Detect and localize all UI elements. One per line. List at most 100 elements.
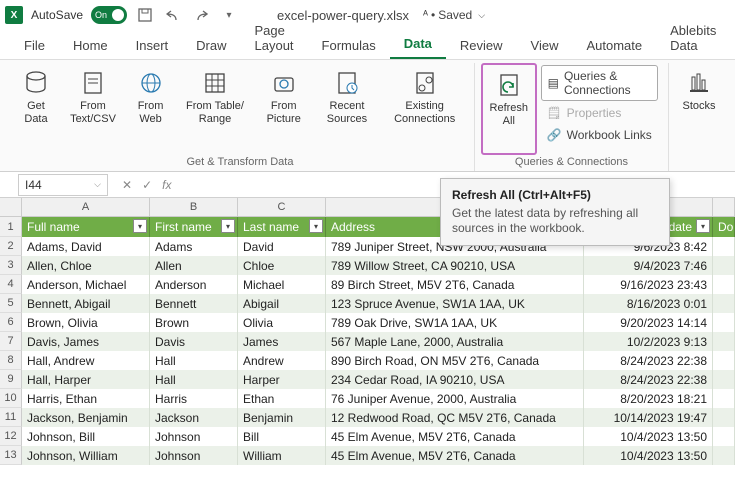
cell-fullname[interactable]: Hall, Andrew [22,351,150,370]
stocks-button[interactable]: Stocks [675,63,723,155]
cell-regdate[interactable]: 8/24/2023 22:38 [584,370,713,389]
tab-automate[interactable]: Automate [572,32,656,59]
tab-view[interactable]: View [517,32,573,59]
row-header[interactable]: 9 [0,370,22,389]
undo-icon[interactable] [163,5,183,25]
chevron-down-icon[interactable]: ⌵ [94,179,101,190]
row-header[interactable]: 3 [0,256,22,275]
cell-overflow[interactable] [713,332,735,351]
cell-overflow[interactable] [713,408,735,427]
cell-address[interactable]: 789 Willow Street, CA 90210, USA [326,256,584,275]
cell-address[interactable]: 45 Elm Avenue, M5V 2T6, Canada [326,427,584,446]
cell-lastname[interactable]: Chloe [238,256,326,275]
cell-firstname[interactable]: Hall [150,351,238,370]
cell-address[interactable]: 12 Redwood Road, QC M5V 2T6, Canada [326,408,584,427]
col-header-b[interactable]: B [150,198,238,216]
row-header[interactable]: 8 [0,351,22,370]
cell-regdate[interactable]: 10/4/2023 13:50 [584,427,713,446]
cell-firstname[interactable]: Allen [150,256,238,275]
from-csv-button[interactable]: From Text/CSV [60,63,126,155]
tab-home[interactable]: Home [59,32,122,59]
cell-lastname[interactable]: William [238,446,326,465]
cell-overflow[interactable] [713,256,735,275]
fx-icon[interactable]: fx [162,178,171,192]
cell-firstname[interactable]: Hall [150,370,238,389]
cell-lastname[interactable]: Olivia [238,313,326,332]
save-icon[interactable] [135,5,155,25]
cell-address[interactable]: 567 Maple Lane, 2000, Australia [326,332,584,351]
cell-fullname[interactable]: Jackson, Benjamin [22,408,150,427]
th-overflow[interactable]: Do [713,217,735,237]
cell-fullname[interactable]: Bennett, Abigail [22,294,150,313]
cell-overflow[interactable] [713,275,735,294]
cell-firstname[interactable]: Jackson [150,408,238,427]
from-picture-button[interactable]: From Picture [255,63,313,155]
tab-ablebits-data[interactable]: Ablebits Data [656,17,730,59]
cell-fullname[interactable]: Harris, Ethan [22,389,150,408]
cell-regdate[interactable]: 10/2/2023 9:13 [584,332,713,351]
cell-firstname[interactable]: Bennett [150,294,238,313]
cell-firstname[interactable]: Johnson [150,446,238,465]
cell-lastname[interactable]: Michael [238,275,326,294]
cell-fullname[interactable]: Hall, Harper [22,370,150,389]
autosave-toggle[interactable]: On [91,6,127,24]
cell-lastname[interactable]: Ethan [238,389,326,408]
col-header-a[interactable]: A [22,198,150,216]
cell-regdate[interactable]: 9/20/2023 14:14 [584,313,713,332]
cancel-icon[interactable]: ✕ [122,178,132,192]
get-data-button[interactable]: Get Data [12,63,60,155]
filter-icon[interactable]: ▾ [696,219,710,233]
cell-overflow[interactable] [713,370,735,389]
filter-icon[interactable]: ▾ [221,219,235,233]
cell-firstname[interactable]: Johnson [150,427,238,446]
th-fullname[interactable]: Full name▾ [22,217,150,237]
cell-lastname[interactable]: Abigail [238,294,326,313]
col-header-c[interactable]: C [238,198,326,216]
row-header[interactable]: 10 [0,389,22,408]
name-box[interactable]: I44⌵ [18,174,108,196]
cell-firstname[interactable]: Anderson [150,275,238,294]
cell-firstname[interactable]: Adams [150,237,238,256]
row-header[interactable]: 7 [0,332,22,351]
confirm-icon[interactable]: ✓ [142,178,152,192]
cell-overflow[interactable] [713,294,735,313]
select-all-corner[interactable] [0,198,22,216]
row-header[interactable]: 12 [0,427,22,446]
cell-regdate[interactable]: 10/14/2023 19:47 [584,408,713,427]
cell-overflow[interactable] [713,351,735,370]
cell-address[interactable]: 45 Elm Avenue, M5V 2T6, Canada [326,446,584,465]
cell-overflow[interactable] [713,389,735,408]
cell-lastname[interactable]: Andrew [238,351,326,370]
cell-address[interactable]: 234 Cedar Road, IA 90210, USA [326,370,584,389]
cell-fullname[interactable]: Davis, James [22,332,150,351]
cell-address[interactable]: 789 Oak Drive, SW1A 1AA, UK [326,313,584,332]
cell-regdate[interactable]: 9/4/2023 7:46 [584,256,713,275]
cell-fullname[interactable]: Allen, Chloe [22,256,150,275]
cell-fullname[interactable]: Adams, David [22,237,150,256]
cell-regdate[interactable]: 10/4/2023 13:50 [584,446,713,465]
row-header[interactable]: 5 [0,294,22,313]
row-header[interactable]: 13 [0,446,22,465]
row-header[interactable]: 11 [0,408,22,427]
cell-overflow[interactable] [713,237,735,256]
cell-fullname[interactable]: Brown, Olivia [22,313,150,332]
row-header[interactable]: 4 [0,275,22,294]
cell-regdate[interactable]: 8/24/2023 22:38 [584,351,713,370]
tab-insert[interactable]: Insert [122,32,183,59]
cell-firstname[interactable]: Harris [150,389,238,408]
row-header-1[interactable]: 1 [0,217,22,237]
tab-review[interactable]: Review [446,32,517,59]
recent-sources-button[interactable]: Recent Sources [313,63,382,155]
cell-fullname[interactable]: Johnson, Bill [22,427,150,446]
cell-regdate[interactable]: 9/16/2023 23:43 [584,275,713,294]
cell-lastname[interactable]: David [238,237,326,256]
tab-formulas[interactable]: Formulas [308,32,390,59]
cell-lastname[interactable]: Bill [238,427,326,446]
row-header[interactable]: 6 [0,313,22,332]
tab-file[interactable]: File [10,32,59,59]
th-firstname[interactable]: First name▾ [150,217,238,237]
existing-connections-button[interactable]: Existing Connections [381,63,468,155]
cell-lastname[interactable]: James [238,332,326,351]
cell-regdate[interactable]: 8/16/2023 0:01 [584,294,713,313]
cell-address[interactable]: 123 Spruce Avenue, SW1A 1AA, UK [326,294,584,313]
